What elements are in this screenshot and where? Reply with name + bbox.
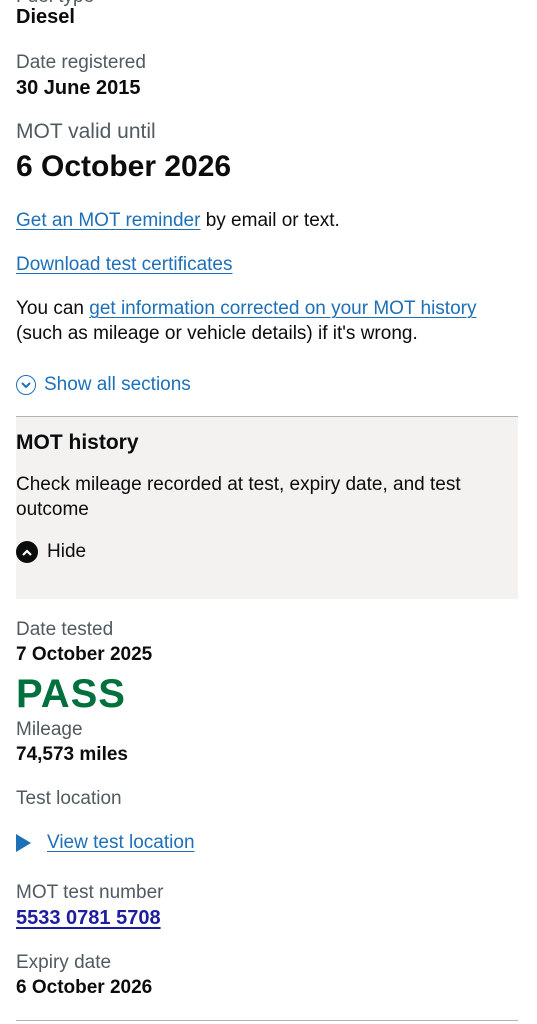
mot-valid-value: 6 October 2026	[16, 150, 232, 183]
chevron-up-circle-icon	[16, 541, 38, 563]
date-registered-label: Date registered	[16, 52, 146, 73]
correction-suffix: (such as mileage or vehicle details) if …	[16, 323, 418, 344]
show-all-sections-button[interactable]: Show all sections	[16, 374, 191, 396]
correct-history-link[interactable]: get information corrected on your MOT hi…	[89, 298, 476, 319]
correction-prefix: You can	[16, 298, 90, 319]
correction-paragraph: You can get information corrected on you…	[16, 296, 516, 346]
fuel-type-value: Diesel	[16, 6, 75, 28]
date-registered-value: 30 June 2015	[16, 77, 141, 99]
download-line: Download test certificates	[16, 252, 233, 277]
view-test-location-link[interactable]: View test location	[47, 832, 195, 854]
reminder-line: Get an MOT reminder by email or text.	[16, 208, 340, 233]
section-divider	[16, 1020, 518, 1021]
chevron-down-circle-icon	[16, 375, 36, 395]
triangle-right-icon	[16, 834, 31, 852]
test-location-label: Test location	[16, 788, 122, 809]
hide-label: Hide	[47, 541, 87, 562]
view-test-location-toggle[interactable]: View test location	[16, 832, 195, 854]
mot-history-title: MOT history	[16, 431, 139, 454]
date-tested-value: 7 October 2025	[16, 644, 153, 665]
reminder-suffix: by email or text.	[200, 210, 340, 231]
download-certificates-link[interactable]: Download test certificates	[16, 254, 233, 275]
show-all-sections-label: Show all sections	[44, 374, 191, 395]
expiry-date-label: Expiry date	[16, 952, 112, 973]
mot-history-section-header[interactable]: MOT history Check mileage recorded at te…	[16, 416, 518, 599]
date-tested-label: Date tested	[16, 619, 114, 640]
mot-reminder-link[interactable]: Get an MOT reminder	[16, 210, 200, 231]
test-result-pass: PASS	[16, 672, 126, 716]
mot-test-number-link[interactable]: 5533 0781 5708	[16, 907, 161, 930]
mot-valid-label: MOT valid until	[16, 120, 156, 143]
mileage-value: 74,573 miles	[16, 744, 128, 765]
hide-section-button[interactable]: Hide	[16, 541, 86, 563]
mileage-label: Mileage	[16, 719, 83, 740]
expiry-date-value: 6 October 2026	[16, 977, 153, 998]
mot-test-number-label: MOT test number	[16, 882, 164, 903]
mot-history-summary: Check mileage recorded at test, expiry d…	[16, 474, 461, 520]
